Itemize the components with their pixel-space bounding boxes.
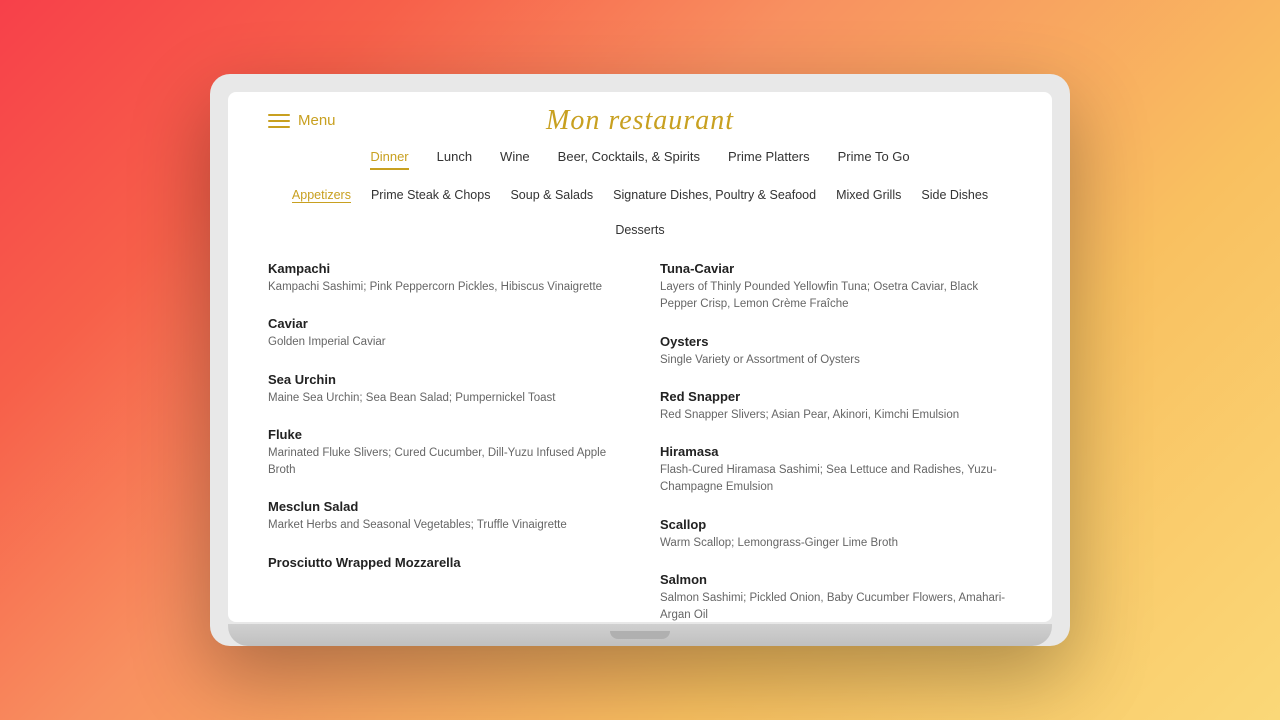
- subtab-prime-steak[interactable]: Prime Steak & Chops: [371, 188, 491, 203]
- list-item: Fluke Marinated Fluke Slivers; Cured Cuc…: [268, 427, 620, 480]
- list-item: Scallop Warm Scallop; Lemongrass-Ginger …: [660, 517, 1012, 552]
- laptop-base: [228, 624, 1052, 646]
- laptop-notch: [610, 631, 670, 639]
- tab-prime-to-go[interactable]: Prime To Go: [838, 149, 910, 170]
- menu-item-desc: Kampachi Sashimi; Pink Peppercorn Pickle…: [268, 279, 620, 296]
- hamburger-menu-button[interactable]: [268, 114, 290, 128]
- list-item: Mesclun Salad Market Herbs and Seasonal …: [268, 499, 620, 534]
- subtab-signature-dishes[interactable]: Signature Dishes, Poultry & Seafood: [613, 188, 816, 203]
- subtab-mixed-grills[interactable]: Mixed Grills: [836, 188, 901, 203]
- menu-left-column: Kampachi Kampachi Sashimi; Pink Pepperco…: [268, 261, 620, 622]
- menu-item-desc: Layers of Thinly Pounded Yellowfin Tuna;…: [660, 279, 1012, 314]
- menu-item-desc: Red Snapper Slivers; Asian Pear, Akinori…: [660, 407, 1012, 424]
- menu-item-desc: Warm Scallop; Lemongrass-Ginger Lime Bro…: [660, 535, 1012, 552]
- subtab-appetizers[interactable]: Appetizers: [292, 188, 351, 203]
- menu-item-name: Hiramasa: [660, 444, 1012, 459]
- list-item: Kampachi Kampachi Sashimi; Pink Pepperco…: [268, 261, 620, 296]
- list-item: Salmon Salmon Sashimi; Pickled Onion, Ba…: [660, 572, 1012, 622]
- menu-item-name: Kampachi: [268, 261, 620, 276]
- screen-content: Menu Mon restaurant Dinner Lunch Wine Be…: [228, 92, 1052, 622]
- tab-beer-cocktails[interactable]: Beer, Cocktails, & Spirits: [558, 149, 700, 170]
- menu-item-desc: Market Herbs and Seasonal Vegetables; Tr…: [268, 517, 620, 534]
- menu-item-name: Scallop: [660, 517, 1012, 532]
- tab-dinner[interactable]: Dinner: [370, 149, 408, 170]
- menu-item-desc: Flash-Cured Hiramasa Sashimi; Sea Lettuc…: [660, 462, 1012, 497]
- subtab-side-dishes[interactable]: Side Dishes: [921, 188, 988, 203]
- menu-grid: Kampachi Kampachi Sashimi; Pink Pepperco…: [268, 261, 1012, 622]
- header: Menu Mon restaurant: [268, 112, 1012, 129]
- tab-prime-platters[interactable]: Prime Platters: [728, 149, 810, 170]
- menu-label[interactable]: Menu: [298, 112, 336, 129]
- main-nav: Dinner Lunch Wine Beer, Cocktails, & Spi…: [268, 149, 1012, 170]
- menu-item-name: Red Snapper: [660, 389, 1012, 404]
- menu-item-name: Mesclun Salad: [268, 499, 620, 514]
- menu-item-desc: Maine Sea Urchin; Sea Bean Salad; Pumper…: [268, 390, 620, 407]
- list-item: Hiramasa Flash-Cured Hiramasa Sashimi; S…: [660, 444, 1012, 497]
- list-item: Red Snapper Red Snapper Slivers; Asian P…: [660, 389, 1012, 424]
- menu-item-name: Oysters: [660, 334, 1012, 349]
- menu-item-desc: Single Variety or Assortment of Oysters: [660, 352, 1012, 369]
- laptop-container: Menu Mon restaurant Dinner Lunch Wine Be…: [210, 74, 1070, 646]
- menu-right-column: Tuna-Caviar Layers of Thinly Pounded Yel…: [660, 261, 1012, 622]
- menu-item-name: Caviar: [268, 316, 620, 331]
- menu-item-desc: Marinated Fluke Slivers; Cured Cucumber,…: [268, 445, 620, 480]
- list-item: Oysters Single Variety or Assortment of …: [660, 334, 1012, 369]
- laptop-screen: Menu Mon restaurant Dinner Lunch Wine Be…: [228, 92, 1052, 622]
- menu-item-name: Fluke: [268, 427, 620, 442]
- menu-item-name: Tuna-Caviar: [660, 261, 1012, 276]
- subtab-desserts[interactable]: Desserts: [615, 223, 664, 237]
- tab-lunch[interactable]: Lunch: [437, 149, 472, 170]
- menu-item-name: Prosciutto Wrapped Mozzarella: [268, 555, 620, 570]
- menu-item-desc: Golden Imperial Caviar: [268, 334, 620, 351]
- sub-nav: Appetizers Prime Steak & Chops Soup & Sa…: [268, 188, 1012, 237]
- list-item: Sea Urchin Maine Sea Urchin; Sea Bean Sa…: [268, 372, 620, 407]
- menu-item-name: Salmon: [660, 572, 1012, 587]
- subtab-soup-salads[interactable]: Soup & Salads: [510, 188, 593, 203]
- restaurant-title: Mon restaurant: [546, 105, 734, 137]
- tab-wine[interactable]: Wine: [500, 149, 530, 170]
- list-item: Prosciutto Wrapped Mozzarella: [268, 555, 620, 570]
- menu-item-desc: Salmon Sashimi; Pickled Onion, Baby Cucu…: [660, 590, 1012, 622]
- list-item: Caviar Golden Imperial Caviar: [268, 316, 620, 351]
- menu-item-name: Sea Urchin: [268, 372, 620, 387]
- list-item: Tuna-Caviar Layers of Thinly Pounded Yel…: [660, 261, 1012, 314]
